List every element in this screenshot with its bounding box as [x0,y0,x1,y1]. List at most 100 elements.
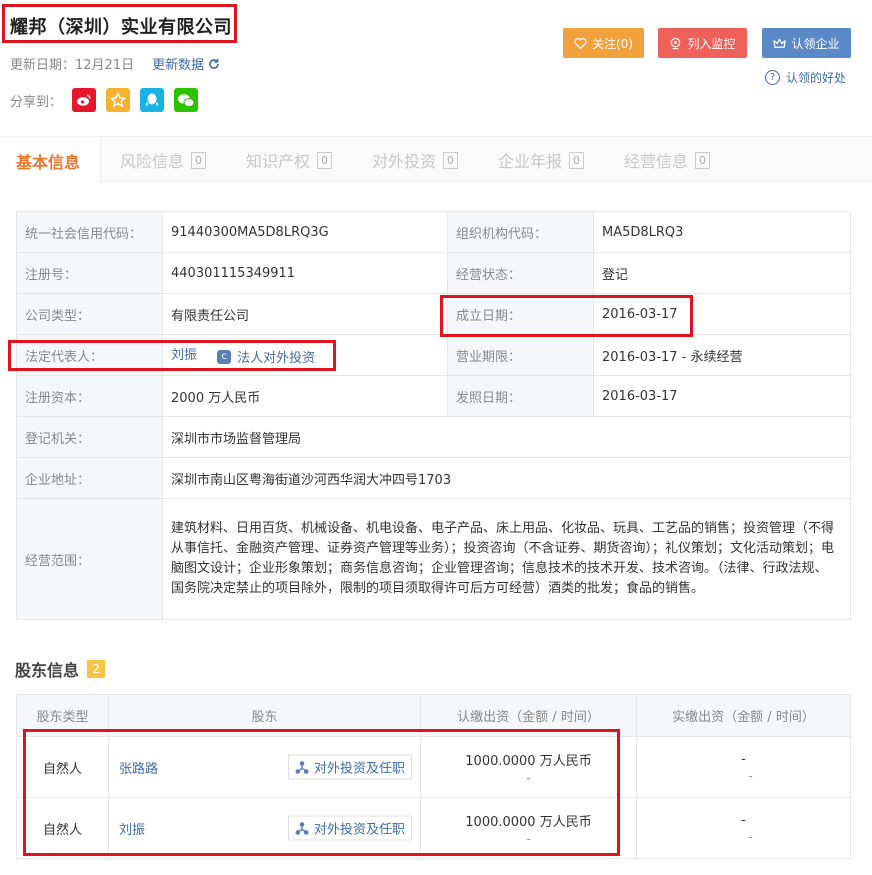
qq-icon[interactable] [140,88,165,112]
claim-label: 认领企业 [791,36,840,51]
table-row: 注册资本： 2000 万人民币 发照日期： 2016-03-17 [16,375,851,417]
term-value: 2016-03-17 - 永续经营 [593,334,851,376]
tab-label: 经营信息 [624,152,689,171]
subscribed-cell: 1000.0000 万人民币 - [420,797,637,859]
col-header-subscribed: 认缴出资（金额 / 时间） [420,694,637,737]
tab-operation-info[interactable]: 经营信息 0 [624,137,711,183]
wechat-icon[interactable] [174,88,199,112]
tab-count: 0 [569,151,585,169]
tab-count: 0 [191,151,207,169]
capital-value: 2000 万人民币 [162,375,448,417]
monitor-button[interactable]: 列入监控 [658,28,747,58]
tab-count: 0 [443,151,459,169]
invest-position-button[interactable]: 对外投资及任职 [287,754,412,780]
paid-time: - [748,768,753,783]
legal-rep-link[interactable]: 刘振 [171,348,197,363]
tab-annual-report[interactable]: 企业年报 0 [498,137,585,183]
invest-position-button[interactable]: 对外投资及任职 [287,815,412,841]
refresh-label: 更新数据 [152,58,205,73]
subscribed-amount: 1000.0000 万人民币 [465,814,592,830]
paid-amount: - [741,751,746,767]
legal-invest-link[interactable]: c 法人对外投资 [217,347,315,366]
authority-value: 深圳市市场监督管理局 [162,416,851,458]
shareholders-title: 股东信息 2 [15,657,106,681]
scope-value: 建筑材料、日用百货、机械设备、机电设备、电子产品、床上用品、化妆品、玩具、工艺品… [162,498,851,620]
authority-label: 登记机关： [16,416,163,458]
company-type-value: 有限责任公司 [162,293,448,335]
reg-no-label: 注册号： [16,252,163,294]
issue-date-value: 2016-03-17 [593,375,851,417]
network-icon [295,760,309,774]
monitor-label: 列入监控 [687,36,736,51]
paid-cell: - - [636,797,851,859]
col-header-type: 股东类型 [16,694,109,737]
holder-type: 自然人 [16,736,109,798]
col-header-paid: 实缴出资（金额 / 时间） [636,694,851,737]
credit-code-label: 统一社会信用代码： [16,211,163,253]
tab-investment[interactable]: 对外投资 0 [372,137,459,183]
tab-label: 企业年报 [498,152,563,171]
tab-risk-info[interactable]: 风险信息 0 [120,137,207,183]
table-row: 自然人 刘振 对外投资及任职 1000.0000 万人民币 - - - [16,797,851,859]
table-row: 经营范围： 建筑材料、日用百货、机械设备、机电设备、电子产品、床上用品、化妆品、… [16,498,851,620]
paid-cell: - - [636,736,851,798]
tab-label: 基本信息 [16,152,81,172]
table-row: 公司类型： 有限责任公司 成立日期： 2016-03-17 [16,293,851,335]
capital-label: 注册资本： [16,375,163,417]
legal-rep-label: 法定代表人： [16,334,163,376]
qzone-icon[interactable] [106,88,131,112]
issue-date-label: 发照日期： [447,375,594,417]
question-icon: ? [764,70,780,85]
network-icon [295,821,309,835]
company-type-label: 公司类型： [16,293,163,335]
share-row: 分享到： [10,88,199,112]
address-label: 企业地址： [16,457,163,499]
share-label: 分享到： [10,94,63,110]
subscribed-time: - [526,831,531,846]
claim-help-label: 认领的好处 [785,71,846,85]
monitor-icon [671,37,681,49]
reg-no-value: 440301115349911 [162,252,448,294]
update-date: 更新日期：12月21日 [10,58,135,73]
shareholders-title-text: 股东信息 [15,661,80,680]
table-row: 法定代表人： 刘振 c 法人对外投资 营业期限： 2016-03-17 - 永续… [16,334,851,376]
holder-type: 自然人 [16,797,109,859]
subscribed-time: - [526,770,531,785]
refresh-link[interactable]: 更新数据 [152,54,204,73]
org-code-value: MA5D8LRQ3 [593,211,851,253]
shareholders-count-badge: 2 [87,660,106,678]
basic-info-table: 统一社会信用代码： 91440300MA5D8LRQ3G 组织机构代码： MA5… [16,211,851,620]
tab-basic-info[interactable]: 基本信息 [0,137,101,184]
status-label: 经营状态： [447,252,594,294]
table-header-row: 股东类型 股东 认缴出资（金额 / 时间） 实缴出资（金额 / 时间） [16,694,851,737]
term-label: 营业期限： [447,334,594,376]
holder-name-link[interactable]: 刘振 [119,823,145,838]
tab-bar: 基本信息 风险信息 0 知识产权 0 对外投资 0 企业年报 0 经营信息 0 [0,136,872,184]
weibo-icon[interactable] [72,88,97,112]
follow-button[interactable]: 关注(0) [563,28,644,58]
table-row: 统一社会信用代码： 91440300MA5D8LRQ3G 组织机构代码： MA5… [16,211,851,253]
shareholders-table: 股东类型 股东 认缴出资（金额 / 时间） 实缴出资（金额 / 时间） 自然人 … [16,694,851,859]
holder-name-link[interactable]: 张路路 [119,762,158,777]
claim-button[interactable]: 认领企业 [762,28,851,58]
legal-invest-label: 法人对外投资 [237,351,316,366]
tab-label: 知识产权 [246,152,311,171]
tab-label: 对外投资 [372,152,437,171]
holder-name-cell: 刘振 对外投资及任职 [108,797,421,859]
scope-label: 经营范围： [16,498,163,620]
found-date-label: 成立日期： [447,293,594,335]
tab-count: 0 [317,151,333,169]
credit-code-value: 91440300MA5D8LRQ3G [162,211,448,253]
claim-help-link[interactable]: ? 认领的好处 [764,69,846,86]
table-row: 注册号： 440301115349911 经营状态： 登记 [16,252,851,294]
tab-count: 0 [695,151,711,169]
col-header-holder: 股东 [108,694,421,737]
tab-label: 风险信息 [120,152,185,171]
c-badge-icon: c [217,349,232,364]
tab-ip[interactable]: 知识产权 0 [246,137,333,183]
legal-rep-cell: 刘振 c 法人对外投资 [162,334,448,376]
refresh-icon[interactable] [208,58,220,70]
invest-position-label: 对外投资及任职 [313,822,405,838]
table-row: 企业地址： 深圳市南山区粤海街道沙河西华润大冲四号1703 [16,457,851,499]
paid-amount: - [741,812,746,828]
